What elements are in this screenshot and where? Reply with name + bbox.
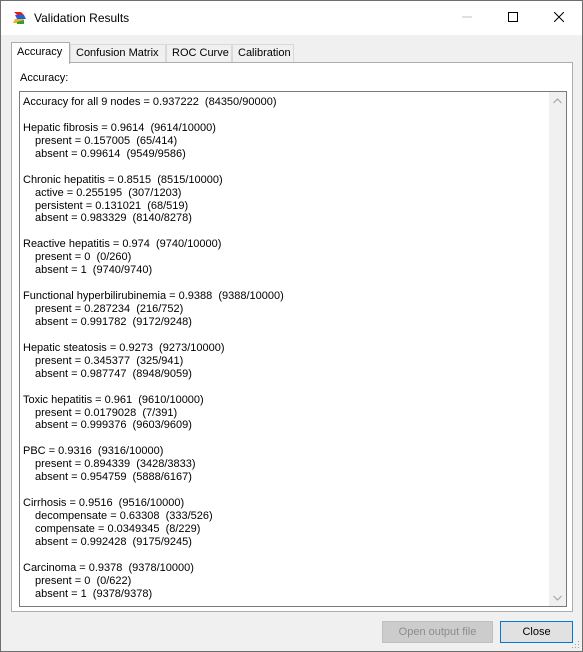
result-line: present = 0 (0/622) (35, 574, 132, 587)
minimize-button[interactable] (444, 1, 490, 35)
result-line: present = 0.157005 (65/414) (35, 134, 178, 147)
result-line: Carcinoma = 0.9378 (9378/10000) (23, 561, 194, 574)
close-button[interactable]: Close (500, 621, 573, 643)
app-icon (12, 10, 28, 26)
scroll-down-button[interactable] (549, 589, 566, 606)
result-line: absent = 0.983329 (8140/8278) (35, 212, 192, 225)
result-line: absent = 0.992428 (9175/9245) (35, 535, 192, 548)
chevron-up-icon (553, 95, 562, 107)
minimize-icon (462, 12, 472, 25)
close-window-button[interactable] (536, 1, 582, 35)
result-line: present = 0.0179028 (7/391) (35, 406, 178, 419)
result-line: absent = 1 (9740/9740) (35, 264, 153, 277)
window-title: Validation Results (34, 11, 130, 25)
result-line: absent = 0.987747 (8948/9059) (35, 367, 192, 380)
result-line: present = 0 (0/260) (35, 251, 132, 264)
result-line: present = 0.345377 (325/941) (35, 354, 184, 367)
maximize-icon (508, 11, 518, 25)
result-line: present = 0.894339 (3428/3833) (35, 458, 196, 471)
result-line: absent = 0.99614 (9549/9586) (35, 147, 186, 160)
result-line: Accuracy for all 9 nodes = 0.937222 (843… (23, 96, 277, 108)
close-icon (553, 11, 565, 25)
result-line: Hepatic fibrosis = 0.9614 (9614/10000) (23, 121, 216, 134)
result-line: compensate = 0.0349345 (8/229) (35, 522, 201, 535)
result-line: absent = 0.999376 (9603/9609) (35, 419, 192, 432)
tab-calibration[interactable]: Calibration (232, 44, 294, 63)
result-line: Reactive hepatitis = 0.974 (9740/10000) (23, 238, 222, 251)
accuracy-panel: Accuracy: Accuracy for all 9 nodes = 0.9… (11, 62, 573, 612)
result-line: Hepatic steatosis = 0.9273 (9273/10000) (23, 341, 225, 354)
results-text: Accuracy for all 9 nodes = 0.937222 (843… (23, 96, 548, 604)
maximize-button[interactable] (490, 1, 536, 35)
result-line: Functional hyperbilirubinemia = 0.9388 (… (23, 290, 284, 303)
result-line: Chronic hepatitis = 0.8515 (8515/10000) (23, 173, 223, 186)
resize-grip[interactable] (570, 639, 580, 649)
result-line: decompensate = 0.63308 (333/526) (35, 510, 213, 522)
result-line: Toxic hepatitis = 0.961 (9610/10000) (23, 393, 204, 406)
result-line: persistent = 0.131021 (68/519) (35, 199, 189, 212)
accuracy-label: Accuracy: (20, 72, 69, 84)
title-bar[interactable]: Validation Results (1, 1, 582, 35)
tab-strip: Accuracy Confusion Matrix ROC Curve Cali… (11, 42, 571, 64)
tab-accuracy[interactable]: Accuracy (11, 42, 70, 64)
vertical-scrollbar[interactable] (549, 92, 566, 606)
scroll-up-button[interactable] (549, 92, 566, 109)
results-textbox[interactable]: Accuracy for all 9 nodes = 0.937222 (843… (19, 91, 567, 607)
chevron-down-icon (553, 592, 562, 604)
validation-results-window: Validation Results Accuracy Confusion Ma… (0, 0, 583, 652)
result-line: present = 0.287234 (216/752) (35, 303, 184, 315)
result-line: absent = 0.954759 (5888/6167) (35, 471, 192, 484)
tab-roc-curve[interactable]: ROC Curve (166, 44, 232, 63)
result-line: PBC = 0.9316 (9316/10000) (23, 445, 164, 458)
open-output-file-button[interactable]: Open output file (382, 621, 493, 643)
tab-confusion-matrix[interactable]: Confusion Matrix (70, 44, 166, 63)
result-line: absent = 1 (9378/9378) (35, 587, 153, 600)
result-line: Cirrhosis = 0.9516 (9516/10000) (23, 497, 185, 510)
result-line: active = 0.255195 (307/1203) (35, 186, 182, 199)
result-line: absent = 0.991782 (9172/9248) (35, 315, 192, 328)
